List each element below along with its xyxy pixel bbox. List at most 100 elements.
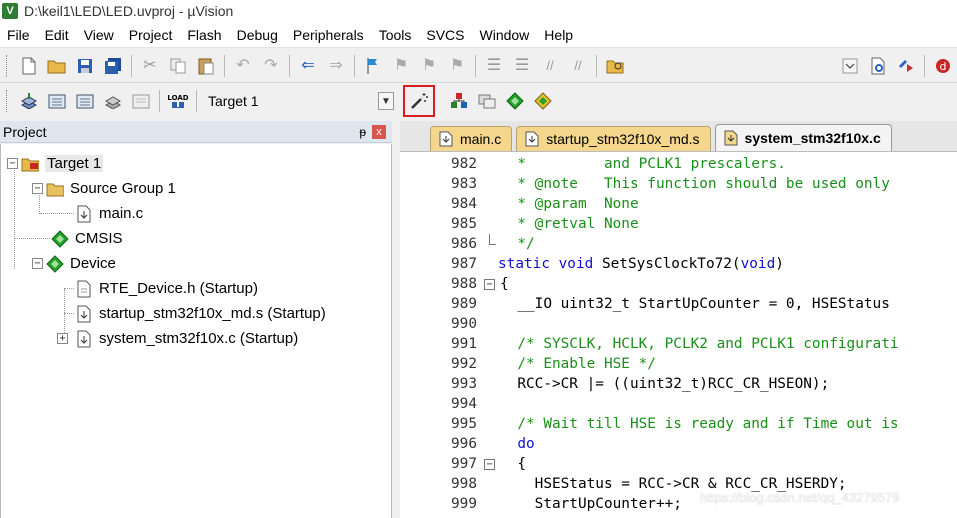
code-text: /* Wait till HSE is ready and if Time ou… <box>500 416 899 432</box>
build-icon[interactable] <box>45 89 69 113</box>
menu-peripherals[interactable]: Peripherals <box>286 22 372 48</box>
tab-startup-s[interactable]: startup_stm32f10x_md.s <box>516 126 711 151</box>
collapse-toggle[interactable]: − <box>32 183 43 194</box>
menu-flash[interactable]: Flash <box>180 22 229 48</box>
chevron-down-icon[interactable]: ▼ <box>378 92 394 110</box>
batch-build-icon[interactable] <box>101 89 125 113</box>
select-packs-icon[interactable] <box>475 89 499 113</box>
code-line[interactable]: 985 * @retval None <box>400 214 957 234</box>
code-line[interactable]: 996 do <box>400 434 957 454</box>
menu-svcs[interactable]: SVCS <box>419 22 472 48</box>
pack-installer-icon[interactable] <box>531 89 555 113</box>
code-line[interactable]: 992 /* Enable HSE */ <box>400 354 957 374</box>
navigate-forward-icon[interactable]: ⇒ <box>324 54 348 78</box>
collapse-toggle[interactable]: − <box>32 258 43 269</box>
tree-node-label: Device <box>70 255 116 272</box>
code-line[interactable]: 988−{ <box>400 274 957 294</box>
comment-icon[interactable]: // <box>538 54 562 78</box>
tree-node-system-c[interactable]: + system_stm32f10x.c (Startup) <box>57 326 298 351</box>
debug-session-icon[interactable] <box>894 54 918 78</box>
tree-node-startup-s[interactable]: startup_stm32f10x_md.s (Startup) <box>75 301 326 326</box>
tree-node-label: system_stm32f10x.c (Startup) <box>99 330 299 347</box>
manage-rte-icon[interactable] <box>503 89 527 113</box>
tree-node-target[interactable]: − Target 1 <box>7 151 104 176</box>
tab-main-c[interactable]: main.c <box>430 126 513 151</box>
save-icon[interactable] <box>73 54 97 78</box>
new-file-icon[interactable] <box>17 54 41 78</box>
toolbar-grip[interactable] <box>6 54 10 77</box>
fold-toggle[interactable]: − <box>484 459 495 470</box>
keyword: void <box>740 256 776 272</box>
target-select[interactable]: Target 1 ▼ <box>205 90 395 112</box>
find-dropdown-icon[interactable] <box>838 54 862 78</box>
code-line[interactable]: 997− { <box>400 454 957 474</box>
fold-toggle[interactable]: − <box>484 279 495 290</box>
tree-node-cmsis[interactable]: CMSIS <box>51 226 123 251</box>
clear-bookmarks-icon[interactable]: ⚑ <box>445 54 469 78</box>
options-for-target-button[interactable] <box>403 85 435 117</box>
code-line[interactable]: 986 */ <box>400 234 957 254</box>
close-icon[interactable]: x <box>372 124 386 139</box>
code-line[interactable]: 990 <box>400 314 957 334</box>
find-in-files-icon[interactable] <box>603 54 627 78</box>
code-text: { <box>500 456 526 472</box>
code-line[interactable]: 984 * @param None <box>400 194 957 214</box>
tree-node-rte-device-h[interactable]: RTE_Device.h (Startup) <box>75 276 258 301</box>
code-line[interactable]: 993 RCC->CR |= ((uint32_t)RCC_CR_HSEON); <box>400 374 957 394</box>
bookmark-icon[interactable] <box>361 54 385 78</box>
line-number: 986 <box>451 236 477 252</box>
next-bookmark-icon[interactable]: ⚑ <box>417 54 441 78</box>
svg-text:d: d <box>940 60 947 73</box>
collapse-toggle[interactable]: − <box>7 158 18 169</box>
code-editor[interactable]: 982 * and PCLK1 prescalers. 983 * @note T… <box>400 151 957 518</box>
uvision-app-icon: V <box>2 3 18 19</box>
code-text: */ <box>500 236 535 252</box>
code-line[interactable]: 982 * and PCLK1 prescalers. <box>400 154 957 174</box>
uncomment-icon[interactable]: // <box>566 54 590 78</box>
tree-node-main-c[interactable]: main.c <box>75 201 143 226</box>
redo-icon[interactable]: ↷ <box>259 54 283 78</box>
code-line[interactable]: 989 __IO uint32_t StartUpCounter = 0, HS… <box>400 294 957 314</box>
rebuild-icon[interactable] <box>73 89 97 113</box>
copy-icon[interactable] <box>166 54 190 78</box>
menu-file[interactable]: File <box>0 22 38 48</box>
menu-debug[interactable]: Debug <box>230 22 286 48</box>
code-line[interactable]: 987 static void SetSysClockTo72(void) <box>400 254 957 274</box>
file-toolbar: ✂ ↶ ↷ ⇐ ⇒ ⚑ ⚑ ⚑ ☰ ☰ // // d <box>0 49 957 83</box>
tree-node-source-group[interactable]: − Source Group 1 <box>32 176 176 201</box>
code-line[interactable]: 994 <box>400 394 957 414</box>
pin-icon[interactable]: ᵽ <box>359 125 366 139</box>
code-line[interactable]: 991 /* SYSCLK, HCLK, PCLK2 and PCLK1 con… <box>400 334 957 354</box>
menu-window[interactable]: Window <box>473 22 538 48</box>
tree-node-device[interactable]: − Device <box>32 251 116 276</box>
line-number: 993 <box>451 376 477 392</box>
paste-icon[interactable] <box>194 54 218 78</box>
line-number: 994 <box>451 396 477 412</box>
configure-icon[interactable]: d <box>931 54 955 78</box>
open-folder-icon[interactable] <box>45 54 69 78</box>
prev-bookmark-icon[interactable]: ⚑ <box>389 54 413 78</box>
unindent-icon[interactable]: ☰ <box>510 54 534 78</box>
menu-view[interactable]: View <box>77 22 122 48</box>
menu-tools[interactable]: Tools <box>372 22 420 48</box>
save-all-icon[interactable] <box>101 54 125 78</box>
code-line[interactable]: 983 * @note This function should be used… <box>400 174 957 194</box>
navigate-back-icon[interactable]: ⇐ <box>296 54 320 78</box>
translate-icon[interactable] <box>17 89 41 113</box>
manage-project-items-icon[interactable] <box>447 89 471 113</box>
download-load-icon[interactable]: LOAD <box>166 89 190 113</box>
cut-icon[interactable]: ✂ <box>138 54 162 78</box>
undo-icon[interactable]: ↶ <box>231 54 255 78</box>
menu-help[interactable]: Help <box>537 22 581 48</box>
stop-build-icon[interactable] <box>129 89 153 113</box>
menu-edit[interactable]: Edit <box>38 22 77 48</box>
expand-toggle[interactable]: + <box>57 333 68 344</box>
toolbar-grip[interactable] <box>6 90 10 112</box>
indent-icon[interactable]: ☰ <box>482 54 506 78</box>
menu-project[interactable]: Project <box>122 22 181 48</box>
tab-system-c[interactable]: system_stm32f10x.c <box>714 124 892 151</box>
incremental-find-icon[interactable] <box>866 54 890 78</box>
asm-file-icon <box>525 131 539 147</box>
line-number: 984 <box>451 196 477 212</box>
code-line[interactable]: 995 /* Wait till HSE is ready and if Tim… <box>400 414 957 434</box>
